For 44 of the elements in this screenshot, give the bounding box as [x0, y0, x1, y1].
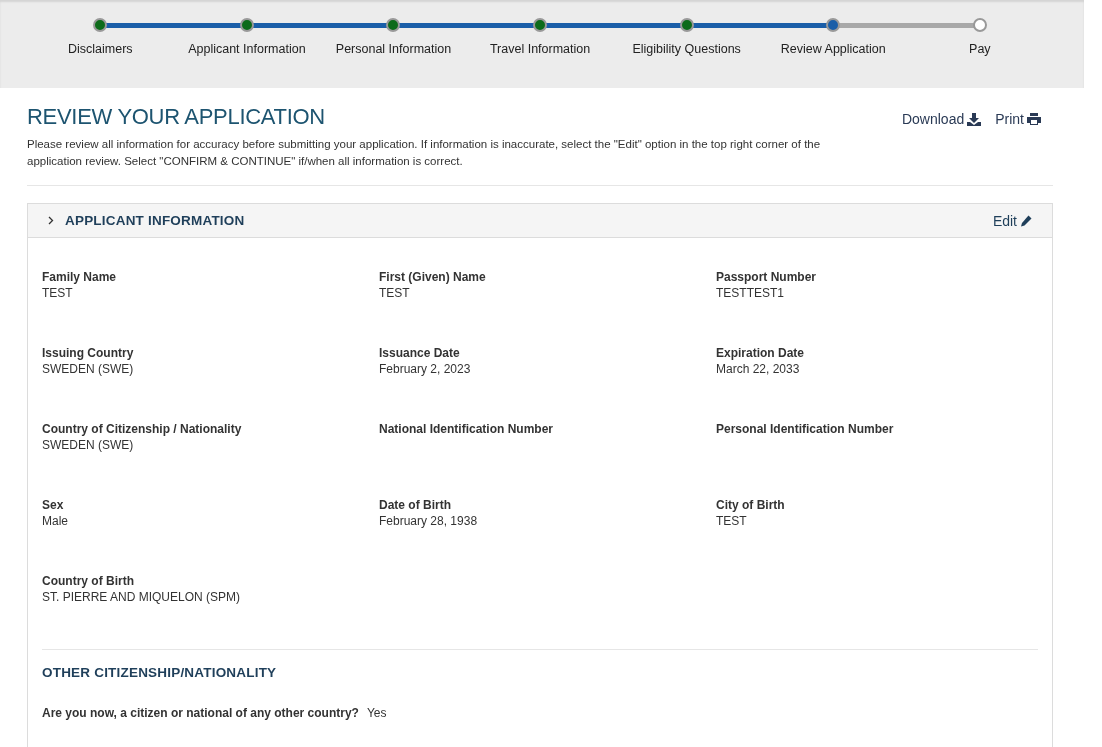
subsection-title: OTHER CITIZENSHIP/NATIONALITY: [42, 665, 278, 680]
step-label: Travel Information: [489, 42, 591, 56]
field-label: Date of Birth: [379, 497, 452, 513]
field-value: SWEDEN (SWE): [42, 437, 135, 454]
step-label: Personal Information: [335, 42, 452, 56]
section-header[interactable]: APPLICANT INFORMATION Edit: [28, 204, 1052, 238]
field-value: February 2, 2023: [379, 361, 472, 378]
field-label: First (Given) Name: [379, 269, 487, 285]
field-label: City of Birth: [716, 497, 786, 513]
field-label: Country of Birth: [42, 573, 135, 589]
field-label: Family Name: [42, 269, 118, 285]
field-value: TEST: [716, 513, 748, 530]
download-link[interactable]: Download: [901, 110, 982, 128]
field-label: Country of Citizenship / Nationality: [42, 421, 243, 437]
page-title: REVIEW YOUR APPLICATION: [27, 104, 326, 130]
step-label: Eligibility Questions: [632, 42, 741, 56]
field-value: SWEDEN (SWE): [42, 361, 135, 378]
field-label: Sex: [42, 497, 65, 513]
field-value: TEST: [379, 285, 411, 302]
step-label: Disclaimers: [68, 42, 133, 56]
field-value: TESTTEST1: [716, 285, 785, 302]
field-label: Passport Number: [716, 269, 818, 285]
printer-icon: [1027, 113, 1041, 125]
field-label: Issuing Country: [42, 345, 135, 361]
section-title: APPLICANT INFORMATION: [65, 213, 246, 228]
question-label: Are you now, a citizen or national of any other country?: [42, 705, 359, 721]
field-value: Male: [42, 513, 69, 530]
field-label: Issuance Date: [379, 345, 461, 361]
pencil-icon: [1020, 214, 1032, 227]
field-value: TEST: [42, 285, 74, 302]
field-label: Expiration Date: [716, 345, 806, 361]
download-icon: [967, 112, 982, 126]
step-label: Applicant Information: [188, 42, 306, 56]
print-link[interactable]: Print: [995, 110, 1041, 128]
step-label: Review Application: [780, 42, 886, 56]
intro-text: Please review all information for accuracy before submitting your application. If information is inaccurate, select the "Edit" option in the top right corner of the application review. Select "CONFIRM & CONTINUE" if/when all information is correct.: [27, 137, 822, 169]
field-value: ST. PIERRE AND MIQUELON (SPM): [42, 589, 242, 606]
step-label: Pay: [969, 42, 991, 56]
edit-link[interactable]: Edit: [992, 212, 1032, 229]
answer-value: Yes: [366, 706, 387, 720]
field-value: February 28, 1938: [379, 513, 479, 530]
field-label: National Identification Number: [379, 421, 554, 437]
field-value: March 22, 2033: [716, 361, 801, 378]
field-label: Personal Identification Number: [716, 421, 895, 437]
